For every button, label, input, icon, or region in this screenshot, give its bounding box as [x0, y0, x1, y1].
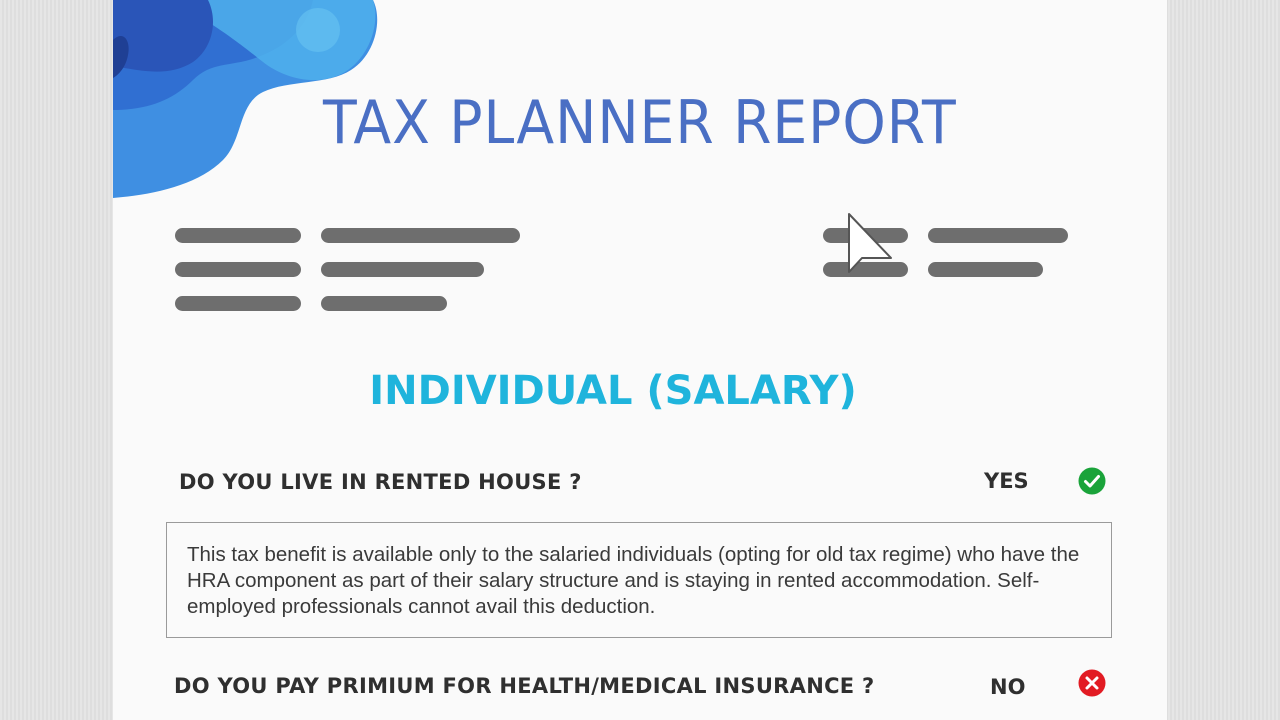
- placeholder-line: [928, 262, 1043, 277]
- question-health-insurance: DO YOU PAY PRIMIUM FOR HEALTH/MEDICAL IN…: [174, 674, 875, 698]
- report-title: TAX PLANNER REPORT: [323, 88, 957, 158]
- check-circle-icon: [1078, 467, 1106, 495]
- question-rented-house: DO YOU LIVE IN RENTED HOUSE ?: [179, 470, 582, 494]
- x-circle-icon: [1078, 669, 1106, 697]
- placeholder-line: [321, 228, 520, 243]
- placeholder-line: [928, 228, 1068, 243]
- section-title: INDIVIDUAL (SALARY): [369, 368, 857, 414]
- mouse-cursor-icon: [848, 213, 892, 273]
- placeholder-line: [175, 296, 301, 311]
- video-frame: TAX PLANNER REPORT INDIVIDUAL (SALARY) D…: [0, 0, 1280, 720]
- placeholder-line: [175, 262, 301, 277]
- answer-rented-house: YES: [984, 469, 1029, 493]
- placeholder-line: [175, 228, 301, 243]
- info-text-rented-house: This tax benefit is available only to th…: [187, 543, 1080, 618]
- report-page: TAX PLANNER REPORT INDIVIDUAL (SALARY) D…: [113, 0, 1167, 720]
- answer-health-insurance: NO: [990, 675, 1026, 699]
- info-box-rented-house: This tax benefit is available only to th…: [166, 522, 1112, 638]
- placeholder-line: [321, 296, 447, 311]
- placeholder-line: [321, 262, 484, 277]
